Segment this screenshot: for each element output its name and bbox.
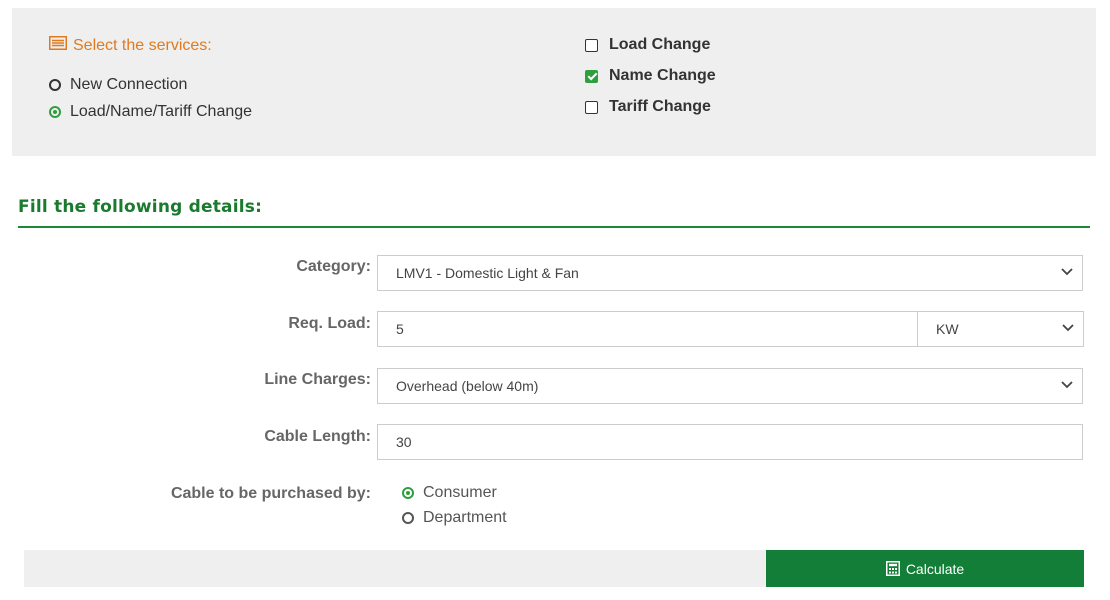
line-charges-value: Overhead (below 40m) — [396, 378, 539, 394]
radio-selected-icon[interactable] — [49, 106, 61, 118]
checkbox-tariff-change[interactable]: Tariff Change — [585, 98, 711, 116]
radio-department[interactable]: Department — [402, 509, 507, 527]
chevron-down-icon — [1061, 268, 1073, 276]
radio-label: Load/Name/Tariff Change — [70, 103, 253, 120]
services-panel: Select the services: New Connection Load… — [12, 8, 1096, 156]
calculate-button[interactable]: Calculate — [766, 550, 1084, 587]
checkbox-load-change[interactable]: Load Change — [585, 36, 710, 54]
req-load-input[interactable]: 5 — [377, 311, 918, 347]
details-heading: Fill the following details: — [18, 197, 263, 217]
radio-load-name-tariff-change[interactable]: Load/Name/Tariff Change — [49, 103, 252, 121]
radio-label: Department — [423, 509, 507, 526]
category-label: Category: — [296, 258, 371, 275]
line-charges-select[interactable]: Overhead (below 40m) — [377, 368, 1083, 404]
calculator-icon — [885, 561, 900, 576]
cable-length-label: Cable Length: — [264, 428, 371, 445]
checkbox-checked-icon[interactable] — [585, 69, 598, 83]
action-bar — [24, 550, 766, 587]
list-icon — [49, 36, 67, 55]
cable-purchaser-label: Cable to be purchased by: — [170, 485, 371, 502]
services-title: Select the services: — [73, 36, 212, 54]
radio-unselected-icon[interactable] — [49, 79, 61, 91]
load-unit-select[interactable]: KW — [917, 311, 1084, 347]
checkbox-label: Tariff Change — [609, 98, 711, 115]
line-charges-label: Line Charges: — [264, 371, 371, 388]
chevron-down-icon — [1062, 324, 1074, 332]
req-load-value: 5 — [396, 321, 404, 337]
services-header: Select the services: — [49, 36, 212, 55]
radio-consumer[interactable]: Consumer — [402, 484, 497, 502]
category-value: LMV1 - Domestic Light & Fan — [396, 265, 579, 281]
cable-length-value: 30 — [396, 434, 412, 450]
checkbox-unchecked-icon[interactable] — [585, 38, 598, 52]
checkbox-label: Name Change — [609, 67, 716, 84]
radio-unselected-icon[interactable] — [402, 512, 414, 524]
radio-label: Consumer — [423, 484, 497, 501]
category-select[interactable]: LMV1 - Domestic Light & Fan — [377, 255, 1083, 291]
chevron-down-icon — [1061, 381, 1073, 389]
req-load-label: Req. Load: — [288, 315, 371, 332]
load-unit-value: KW — [936, 321, 959, 337]
calculate-label: Calculate — [905, 560, 965, 577]
heading-divider — [18, 226, 1090, 228]
checkbox-unchecked-icon[interactable] — [585, 100, 598, 114]
checkbox-label: Load Change — [609, 36, 711, 53]
radio-label: New Connection — [70, 76, 188, 93]
checkbox-name-change[interactable]: Name Change — [585, 67, 716, 85]
radio-selected-icon[interactable] — [402, 487, 414, 499]
cable-length-input[interactable]: 30 — [377, 424, 1083, 460]
radio-new-connection[interactable]: New Connection — [49, 76, 187, 94]
